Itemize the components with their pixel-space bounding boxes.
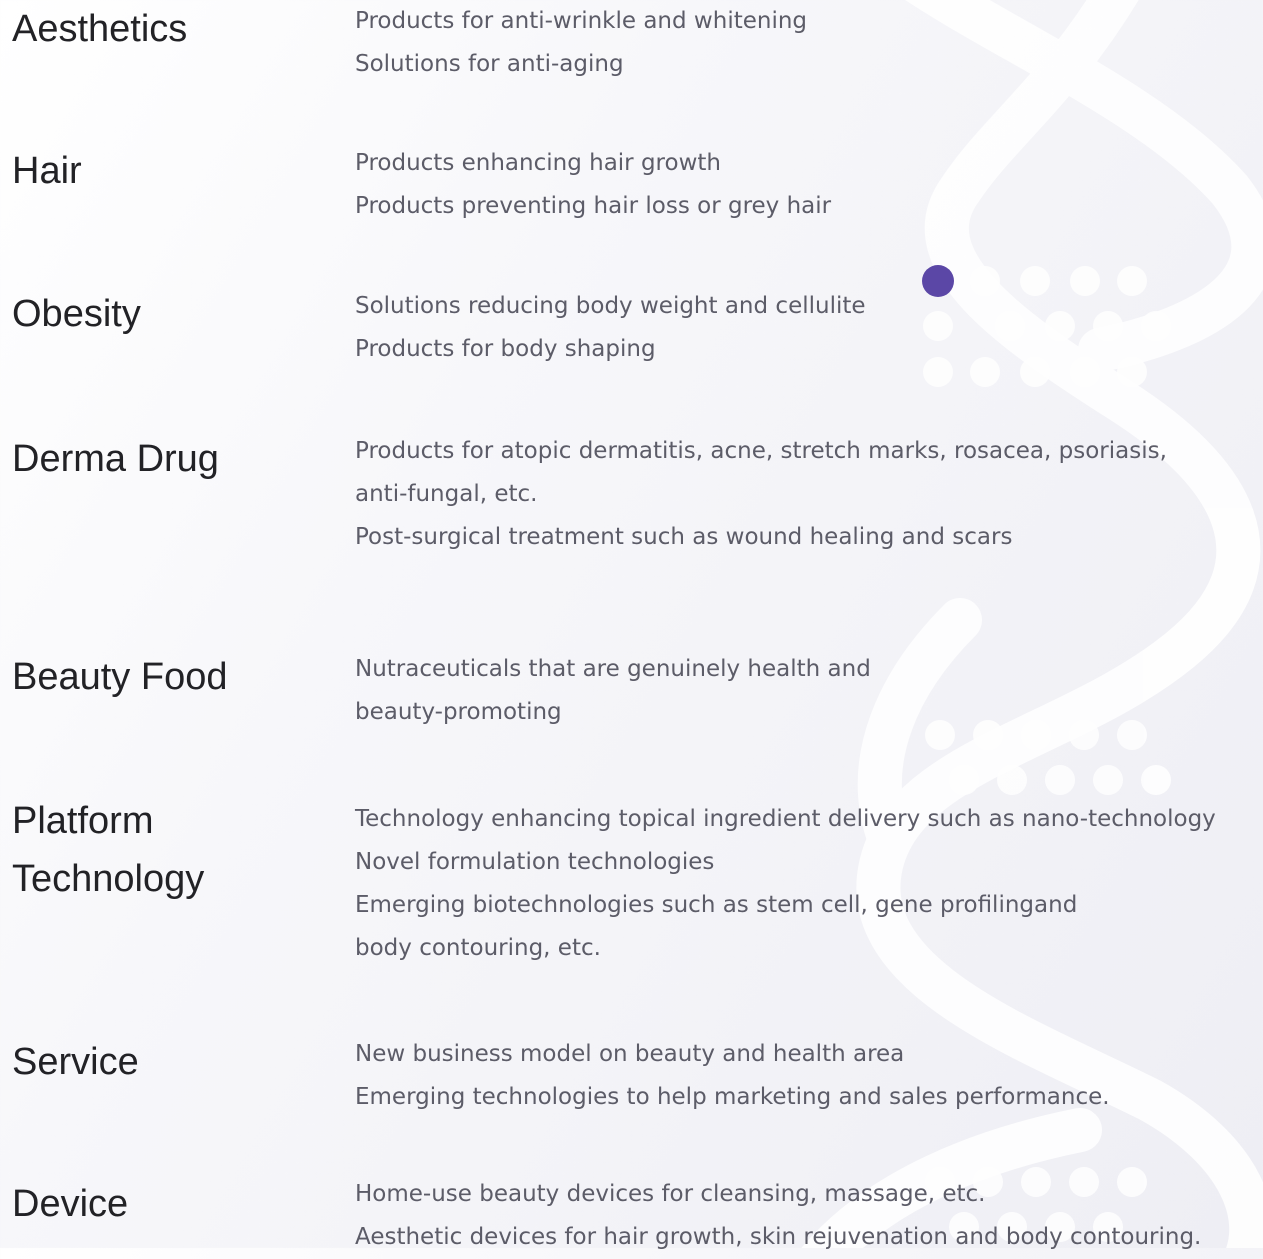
description-line: Nutraceuticals that are genuinely health… bbox=[355, 656, 871, 682]
category-title: Service bbox=[12, 1041, 139, 1083]
category-title-line: Platform bbox=[12, 800, 154, 842]
category-description: Products for atopic dermatitis, acne, st… bbox=[355, 430, 1167, 559]
accent-dot bbox=[922, 265, 954, 297]
category-description: Products enhancing hair growth Products … bbox=[355, 142, 831, 228]
category-description: Products for anti-wrinkle and whitening … bbox=[355, 0, 807, 86]
description-line: Solutions reducing body weight and cellu… bbox=[355, 293, 866, 319]
category-title: Aesthetics bbox=[12, 8, 188, 50]
description-line: anti-fungal, etc. bbox=[355, 481, 538, 507]
description-line: Solutions for anti-aging bbox=[355, 51, 624, 77]
category-description: New business model on beauty and health … bbox=[355, 1033, 1110, 1119]
category-title: Platform Technology bbox=[12, 792, 204, 908]
category-title: Derma Drug bbox=[12, 438, 219, 480]
description-line: Products for body shaping bbox=[355, 336, 656, 362]
category-title: Beauty Food bbox=[12, 656, 228, 698]
category-description: Solutions reducing body weight and cellu… bbox=[355, 285, 866, 371]
description-line: Technology enhancing topical ingredient … bbox=[355, 806, 1216, 832]
description-line: Novel formulation technologies bbox=[355, 849, 715, 875]
description-line: Products preventing hair loss or grey ha… bbox=[355, 193, 832, 219]
description-line: New business model on beauty and health … bbox=[355, 1041, 905, 1067]
description-line: Products for atopic dermatitis, acne, st… bbox=[355, 438, 1167, 464]
category-title: Obesity bbox=[12, 293, 141, 335]
description-line: Home-use beauty devices for cleansing, m… bbox=[355, 1181, 986, 1207]
description-line: beauty-promoting bbox=[355, 699, 562, 725]
description-line: Post-surgical treatment such as wound he… bbox=[355, 524, 1013, 550]
category-description: Nutraceuticals that are genuinely health… bbox=[355, 648, 871, 734]
category-description: Home-use beauty devices for cleansing, m… bbox=[355, 1173, 1201, 1259]
description-line: body contouring, etc. bbox=[355, 935, 601, 961]
description-line: Emerging technologies to help marketing … bbox=[355, 1084, 1110, 1110]
category-title: Device bbox=[12, 1183, 129, 1225]
description-line: Products for anti-wrinkle and whitening bbox=[355, 8, 808, 34]
description-line: Products enhancing hair growth bbox=[355, 150, 721, 176]
category-title: Hair bbox=[12, 150, 82, 192]
category-title-line: Technology bbox=[12, 858, 205, 900]
category-description: Technology enhancing topical ingredient … bbox=[355, 798, 1216, 970]
description-line: Aesthetic devices for hair growth, skin … bbox=[355, 1224, 1202, 1250]
description-line: Emerging biotechnologies such as stem ce… bbox=[355, 892, 1078, 918]
